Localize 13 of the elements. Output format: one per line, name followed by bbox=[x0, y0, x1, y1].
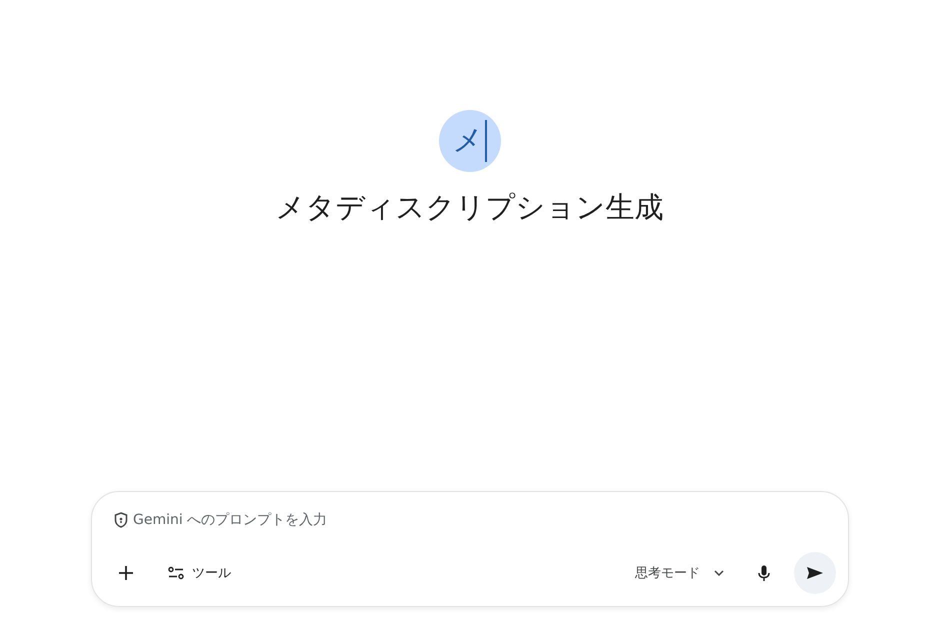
gem-title: メタディスクリプション生成 bbox=[276, 189, 664, 226]
send-button[interactable] bbox=[794, 552, 836, 594]
avatar-letter: メ bbox=[452, 126, 484, 156]
text-cursor bbox=[485, 120, 487, 162]
prompt-input[interactable]: Gemini へのプロンプトを入力 bbox=[133, 512, 836, 528]
tools-icon bbox=[168, 566, 184, 580]
chevron-down-icon bbox=[714, 570, 724, 576]
microphone-icon bbox=[758, 564, 770, 582]
shield-icon bbox=[114, 512, 128, 528]
plus-icon bbox=[118, 565, 134, 581]
mode-dropdown[interactable]: 思考モード bbox=[631, 560, 728, 586]
send-icon bbox=[806, 566, 824, 580]
tools-button[interactable]: ツール bbox=[164, 560, 235, 586]
